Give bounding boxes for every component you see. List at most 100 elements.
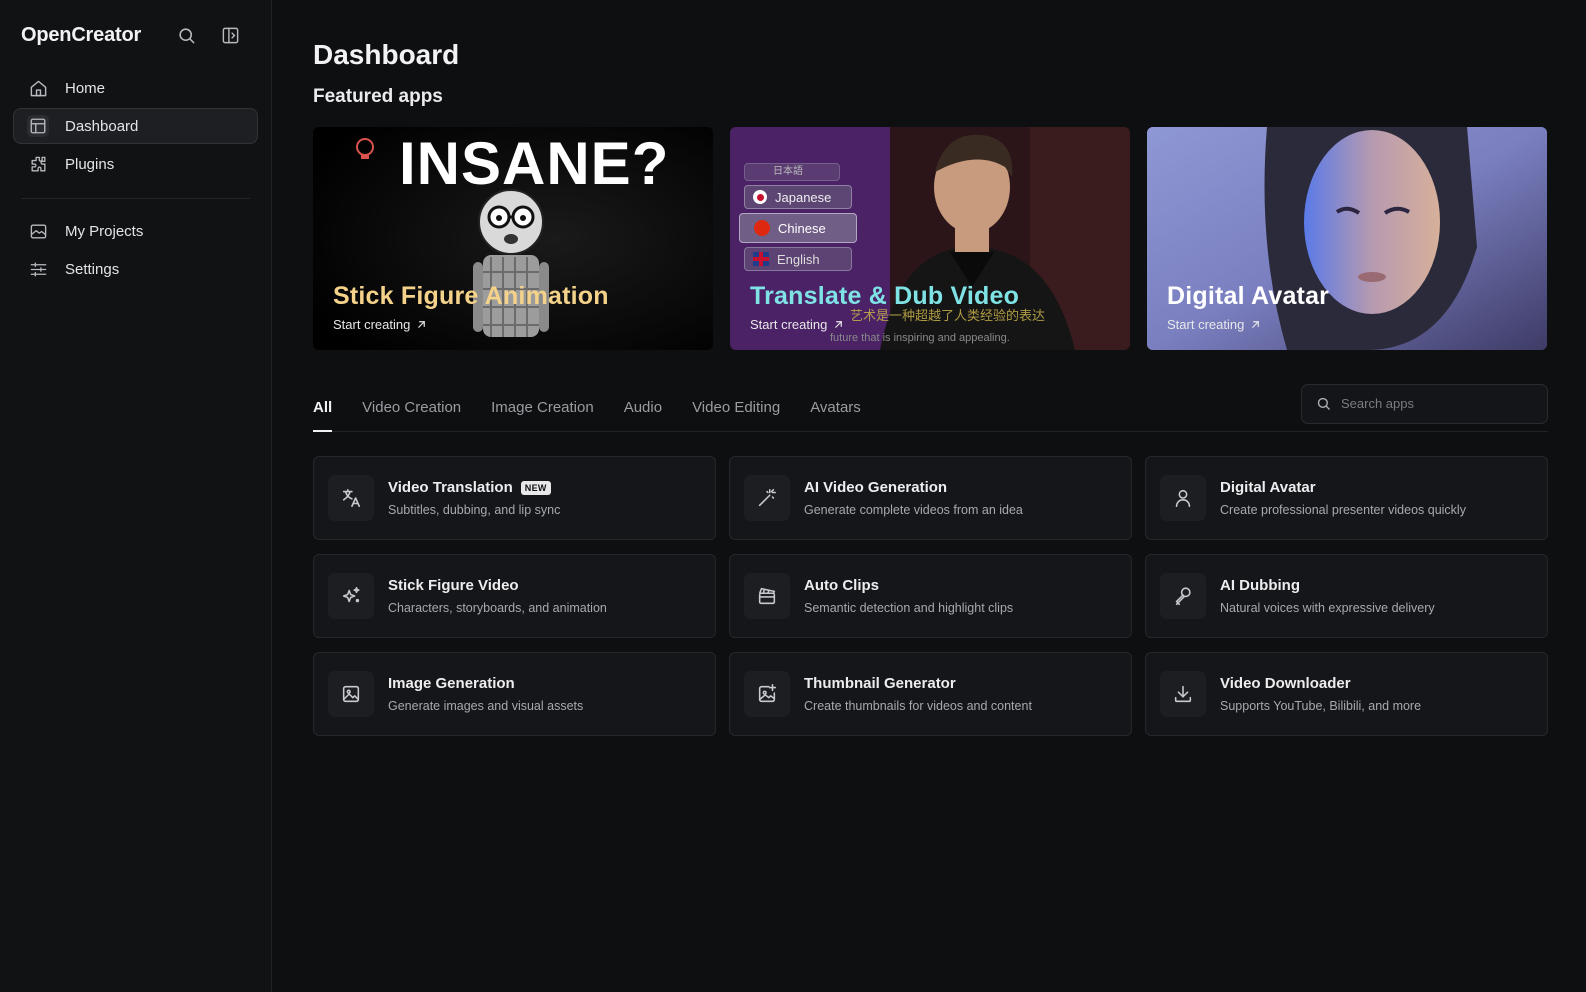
featured-apps-heading: Featured apps xyxy=(313,86,443,107)
sidebar-item-my-projects[interactable]: My Projects xyxy=(13,213,258,249)
app-card-ai-video-generation[interactable]: AI Video Generation Generate complete vi… xyxy=(729,456,1132,540)
featured-card-title: Stick Figure Animation xyxy=(333,282,609,310)
new-badge: NEW xyxy=(520,480,551,495)
sidebar-item-plugins[interactable]: Plugins xyxy=(13,146,258,182)
search-input[interactable] xyxy=(1341,396,1521,411)
sidebar-item-dashboard[interactable]: Dashboard xyxy=(13,108,258,144)
app-root: OpenCreator Home Dashboard Plugins My Pr… xyxy=(0,0,1586,992)
brand-logo[interactable]: OpenCreator xyxy=(21,24,141,47)
language-label: Japanese xyxy=(775,189,832,205)
featured-apps: INSANE? Stick Figure Animation Start cre… xyxy=(313,127,1548,350)
app-description: Generate images and visual assets xyxy=(388,699,584,713)
sidebar-item-label: Plugins xyxy=(65,155,115,173)
app-card-video-downloader[interactable]: Video Downloader Supports YouTube, Bilib… xyxy=(1145,652,1548,736)
sidebar-item-label: My Projects xyxy=(65,222,144,240)
app-title: Video Translation xyxy=(388,479,513,496)
sliders-icon xyxy=(27,258,49,280)
app-card-auto-clips[interactable]: Auto Clips Semantic detection and highli… xyxy=(729,554,1132,638)
app-card-digital-avatar[interactable]: Digital Avatar Create professional prese… xyxy=(1145,456,1548,540)
sidebar-header: OpenCreator xyxy=(13,0,258,70)
sidebar-item-home[interactable]: Home xyxy=(13,70,258,106)
download-icon xyxy=(1160,671,1206,717)
tab-image-creation[interactable]: Image Creation xyxy=(491,383,594,431)
app-description: Supports YouTube, Bilibili, and more xyxy=(1220,699,1422,713)
sidebar-toggle-icon[interactable] xyxy=(216,21,244,49)
app-title: Auto Clips xyxy=(804,577,879,594)
sidebar-nav: Home Dashboard Plugins My Projects Setti… xyxy=(13,70,258,287)
user-icon xyxy=(1160,475,1206,521)
category-tabs: All Video Creation Image Creation Audio … xyxy=(313,383,861,432)
sidebar-item-settings[interactable]: Settings xyxy=(13,251,258,287)
app-description: Semantic detection and highlight clips xyxy=(804,601,1014,615)
tab-avatars[interactable]: Avatars xyxy=(810,383,861,431)
search-icon[interactable] xyxy=(172,21,200,49)
tab-audio[interactable]: Audio xyxy=(624,383,662,431)
language-option-english[interactable]: English xyxy=(744,247,852,271)
app-card-stick-figure-video[interactable]: Stick Figure Video Characters, storyboar… xyxy=(313,554,716,638)
sidebar-item-label: Dashboard xyxy=(65,117,139,135)
app-title: AI Dubbing xyxy=(1220,577,1300,594)
language-option-chinese[interactable]: Chinese xyxy=(739,213,857,243)
main-content: Dashboard Featured apps INSANE? Stick Fi… xyxy=(272,0,1586,992)
app-title: Digital Avatar xyxy=(1220,479,1316,496)
search-apps[interactable] xyxy=(1301,383,1548,424)
sidebar-item-label: Home xyxy=(65,79,106,97)
page-title: Dashboard xyxy=(313,39,460,70)
puzzle-icon xyxy=(27,153,49,175)
app-description: Create thumbnails for videos and content xyxy=(804,699,1032,713)
app-card-video-translation[interactable]: Video Translation NEW Subtitles, dubbing,… xyxy=(313,456,716,540)
arrow-up-right-icon xyxy=(418,321,426,328)
app-card-thumbnail-generator[interactable]: Thumbnail Generator Create thumbnails fo… xyxy=(729,652,1132,736)
arrow-up-right-icon xyxy=(835,321,843,328)
microphone-icon xyxy=(1160,573,1206,619)
tab-video-creation[interactable]: Video Creation xyxy=(362,383,461,431)
sparkle-icon xyxy=(328,573,374,619)
language-option[interactable]: 日本語 xyxy=(744,163,840,181)
start-creating-label: Start creating xyxy=(1167,317,1245,332)
start-creating-link[interactable]: Start creating xyxy=(333,317,427,332)
sidebar-divider xyxy=(21,198,250,199)
folder-image-icon xyxy=(27,220,49,242)
image-icon xyxy=(328,671,374,717)
image-plus-icon xyxy=(744,671,790,717)
start-creating-label: Start creating xyxy=(333,317,411,332)
clapperboard-icon xyxy=(744,573,790,619)
search-icon xyxy=(1317,397,1330,410)
featured-card-digital-avatar[interactable]: Digital Avatar Start creating xyxy=(1147,127,1547,350)
app-description: Characters, storyboards, and animation xyxy=(388,601,607,615)
featured-card-title: Digital Avatar xyxy=(1167,282,1330,310)
magic-wand-icon xyxy=(744,475,790,521)
app-card-image-generation[interactable]: Image Generation Generate images and vis… xyxy=(313,652,716,736)
featured-card-title: Translate & Dub Video xyxy=(750,282,1020,310)
featured-card-stick-figure[interactable]: INSANE? Stick Figure Animation Start cre… xyxy=(313,127,713,350)
tab-video-editing[interactable]: Video Editing xyxy=(692,383,780,431)
app-title: Stick Figure Video xyxy=(388,577,519,594)
language-option-japanese[interactable]: Japanese xyxy=(744,185,852,209)
app-title: AI Video Generation xyxy=(804,479,948,496)
start-creating-label: Start creating xyxy=(750,317,828,332)
arrow-up-right-icon xyxy=(1252,321,1260,328)
uk-flag-icon xyxy=(753,252,769,266)
featured-card-translate-dub[interactable]: 日本語 Japanese Chinese English 艺术是一种超越了人类经… xyxy=(730,127,1130,350)
start-creating-link[interactable]: Start creating xyxy=(1167,317,1261,332)
app-description: Natural voices with expressive delivery xyxy=(1220,601,1435,615)
apps-grid: Video Translation NEW Subtitles, dubbing,… xyxy=(313,456,1548,736)
language-label: English xyxy=(777,251,820,267)
translate-icon xyxy=(328,475,374,521)
featured-art-heading: INSANE? xyxy=(399,130,670,197)
app-title: Image Generation xyxy=(388,675,515,692)
sidebar-item-label: Settings xyxy=(65,260,120,278)
home-icon xyxy=(27,77,49,99)
china-flag-icon xyxy=(754,220,770,236)
category-tabs-row: All Video Creation Image Creation Audio … xyxy=(313,383,1548,432)
app-title: Video Downloader xyxy=(1220,675,1351,692)
language-label: Chinese xyxy=(778,220,826,236)
app-description: Subtitles, dubbing, and lip sync xyxy=(388,503,561,517)
start-creating-link[interactable]: Start creating xyxy=(750,317,844,332)
subtitle-english: future that is inspiring and appealing. xyxy=(830,332,1010,344)
japan-flag-icon xyxy=(753,190,767,204)
app-title: Thumbnail Generator xyxy=(804,675,956,692)
app-card-ai-dubbing[interactable]: AI Dubbing Natural voices with expressiv… xyxy=(1145,554,1548,638)
language-selector: 日本語 Japanese Chinese English xyxy=(739,163,857,271)
tab-all[interactable]: All xyxy=(313,383,333,432)
